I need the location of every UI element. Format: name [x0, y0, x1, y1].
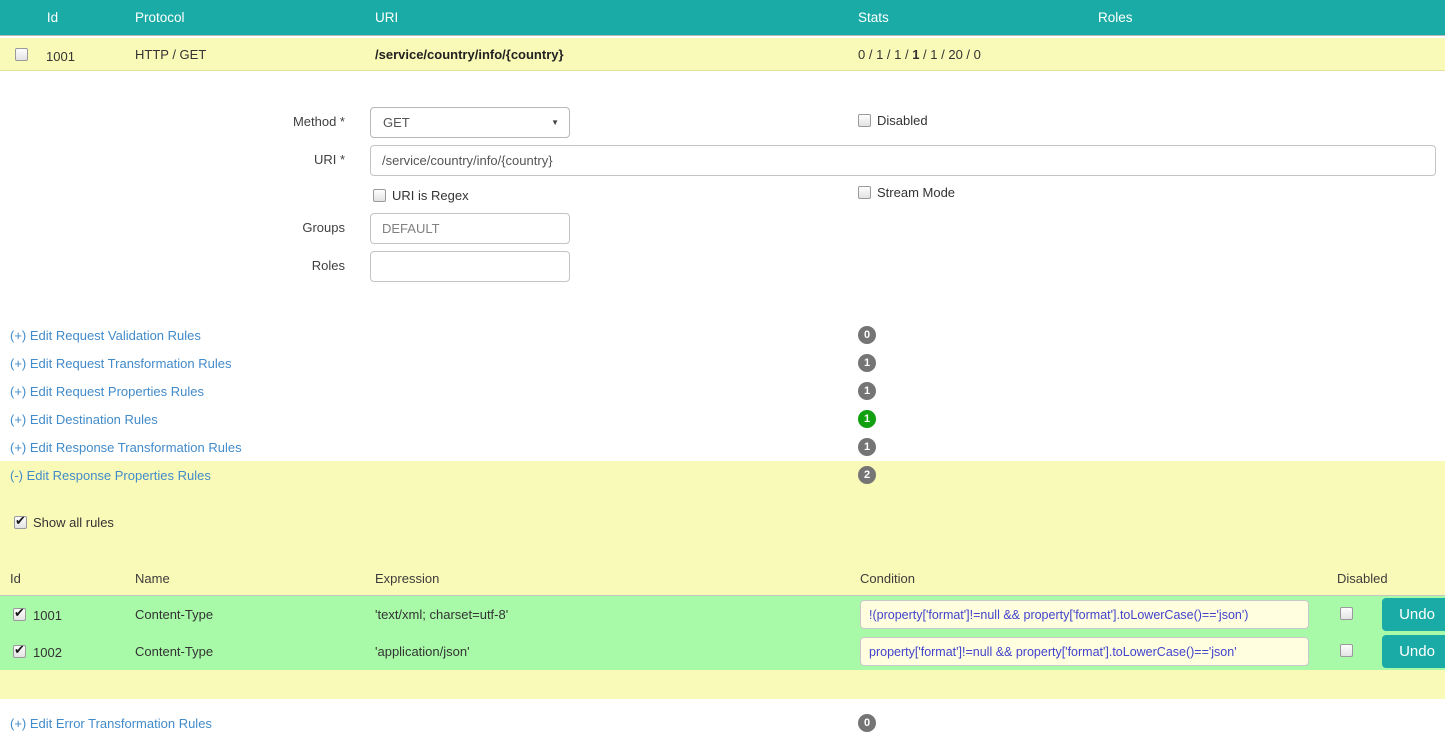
endpoint-select-checkbox[interactable]: [15, 48, 28, 61]
rule-section-destination: (+) Edit Destination Rules 1: [0, 405, 1445, 433]
destination-count-badge: 1: [858, 410, 876, 428]
edit-error-transformation-link[interactable]: (+) Edit Error Transformation Rules: [10, 716, 212, 731]
rule-1002-expression: 'application/json': [370, 644, 855, 659]
stream-mode-check-row: Stream Mode: [858, 185, 955, 200]
method-label: Method *: [0, 107, 345, 138]
rule-1001-expression: 'text/xml; charset=utf-8': [370, 607, 855, 622]
rule-1002-actions: Undo: [1382, 635, 1445, 668]
rule-section-response-properties: (-) Edit Response Properties Rules 2: [0, 461, 1445, 489]
uri-input[interactable]: [370, 145, 1436, 176]
rule-row-1001: 1001 Content-Type 'text/xml; charset=utf…: [0, 596, 1445, 633]
edit-request-transformation-link[interactable]: (+) Edit Request Transformation Rules: [10, 356, 231, 371]
uri-label: URI *: [0, 145, 345, 176]
rules-col-expression: Expression: [370, 571, 855, 586]
roles-label: Roles: [0, 251, 345, 282]
rule-1001-actions: Undo: [1382, 598, 1445, 631]
show-all-rules-label: Show all rules: [33, 515, 114, 530]
edit-request-properties-link[interactable]: (+) Edit Request Properties Rules: [10, 384, 204, 399]
rule-1001-condition-cell: [855, 600, 1320, 629]
rule-id-cell: 1002: [0, 643, 130, 660]
panel-bottom-padding: [0, 670, 1445, 699]
edit-response-transformation-link[interactable]: (+) Edit Response Transformation Rules: [10, 440, 242, 455]
col-header-uri: URI: [365, 10, 848, 25]
edit-request-validation-link[interactable]: (+) Edit Request Validation Rules: [10, 328, 201, 343]
rules-col-name: Name: [130, 571, 370, 586]
request-properties-count-badge: 1: [858, 382, 876, 400]
rule-1001-condition-input[interactable]: [860, 600, 1309, 629]
show-all-rules-row: Show all rules: [0, 513, 1445, 531]
groups-input[interactable]: [370, 213, 570, 244]
response-properties-panel: (-) Edit Response Properties Rules 2 Sho…: [0, 461, 1445, 699]
endpoint-stats: 0 / 1 / 1 / 1 / 1 / 20 / 0: [848, 47, 1088, 62]
response-properties-count-badge: 2: [858, 466, 876, 484]
endpoint-protocol: HTTP / GET: [105, 47, 365, 62]
rule-section-response-transformation: (+) Edit Response Transformation Rules 1: [0, 433, 1445, 461]
groups-label: Groups: [0, 213, 345, 244]
rule-1001-checkbox[interactable]: [13, 608, 26, 621]
rule-1002-condition-input[interactable]: [860, 637, 1309, 666]
rule-section-request-transformation: (+) Edit Request Transformation Rules 1: [0, 349, 1445, 377]
edit-response-properties-link[interactable]: (-) Edit Response Properties Rules: [10, 468, 211, 483]
method-select-value: GET: [383, 115, 410, 130]
edit-destination-link[interactable]: (+) Edit Destination Rules: [10, 412, 158, 427]
rule-section-request-properties: (+) Edit Request Properties Rules 1: [0, 377, 1445, 405]
col-header-roles: Roles: [1088, 10, 1445, 25]
groups-row: Groups: [0, 213, 1445, 244]
uri-options-row: URI is Regex Stream Mode: [373, 186, 1445, 204]
disabled-check-row: Disabled: [858, 113, 928, 128]
rules-table-header: Id Name Expression Condition Disabled: [0, 571, 1445, 596]
rule-row-1002: 1002 Content-Type 'application/json' Und…: [0, 633, 1445, 670]
uri-row: URI *: [0, 145, 1445, 176]
disabled-checkbox[interactable]: [858, 114, 871, 127]
endpoint-id-cell: 1001: [0, 45, 105, 64]
rule-section-request-validation: (+) Edit Request Validation Rules 0: [0, 321, 1445, 349]
method-select[interactable]: GET ▼: [370, 107, 570, 138]
rule-1001-id: 1001: [33, 606, 62, 623]
rule-id-cell: 1001: [0, 606, 130, 623]
method-row: Method * GET ▼ Disabled: [0, 107, 1445, 138]
show-all-rules-checkbox[interactable]: [14, 516, 27, 529]
rule-1002-disabled-cell: [1320, 644, 1382, 660]
rule-1001-name: Content-Type: [130, 607, 370, 622]
rule-1002-id: 1002: [33, 643, 62, 660]
rule-1001-disabled-cell: [1320, 607, 1382, 623]
stream-mode-label: Stream Mode: [877, 185, 955, 200]
rules-col-id: Id: [0, 571, 130, 586]
rule-1001-disabled-checkbox[interactable]: [1340, 607, 1353, 620]
rule-1002-condition-cell: [855, 637, 1320, 666]
col-header-id: Id: [0, 10, 105, 25]
uri-is-regex-label: URI is Regex: [392, 188, 469, 203]
endpoint-uri: /service/country/info/{country}: [365, 47, 848, 62]
rule-1002-checkbox[interactable]: [13, 645, 26, 658]
uri-regex-check-row: URI is Regex: [373, 186, 469, 204]
rule-1001-undo-button[interactable]: Undo: [1382, 598, 1445, 631]
request-transformation-count-badge: 1: [858, 354, 876, 372]
roles-row: Roles: [0, 251, 1445, 282]
roles-input[interactable]: [370, 251, 570, 282]
endpoint-row[interactable]: 1001 HTTP / GET /service/country/info/{c…: [0, 38, 1445, 71]
endpoint-id: 1001: [46, 45, 75, 64]
rules-col-disabled: Disabled: [1320, 571, 1382, 586]
rule-section-error-transformation: (+) Edit Error Transformation Rules 0: [0, 709, 1445, 737]
stream-mode-checkbox[interactable]: [858, 186, 871, 199]
chevron-down-icon: ▼: [551, 118, 559, 127]
endpoint-edit-form: Method * GET ▼ Disabled URI * URI is Reg…: [0, 107, 1445, 282]
col-header-protocol: Protocol: [105, 10, 365, 25]
rule-sections: (+) Edit Request Validation Rules 0 (+) …: [0, 321, 1445, 461]
col-header-stats: Stats: [848, 10, 1088, 25]
rule-1002-undo-button[interactable]: Undo: [1382, 635, 1445, 668]
endpoint-table-header: Id Protocol URI Stats Roles: [0, 0, 1445, 36]
disabled-label: Disabled: [877, 113, 928, 128]
request-validation-count-badge: 0: [858, 326, 876, 344]
response-transformation-count-badge: 1: [858, 438, 876, 456]
error-transformation-count-badge: 0: [858, 714, 876, 732]
rule-1002-disabled-checkbox[interactable]: [1340, 644, 1353, 657]
rules-col-condition: Condition: [855, 571, 1320, 586]
uri-is-regex-checkbox[interactable]: [373, 189, 386, 202]
rule-1002-name: Content-Type: [130, 644, 370, 659]
